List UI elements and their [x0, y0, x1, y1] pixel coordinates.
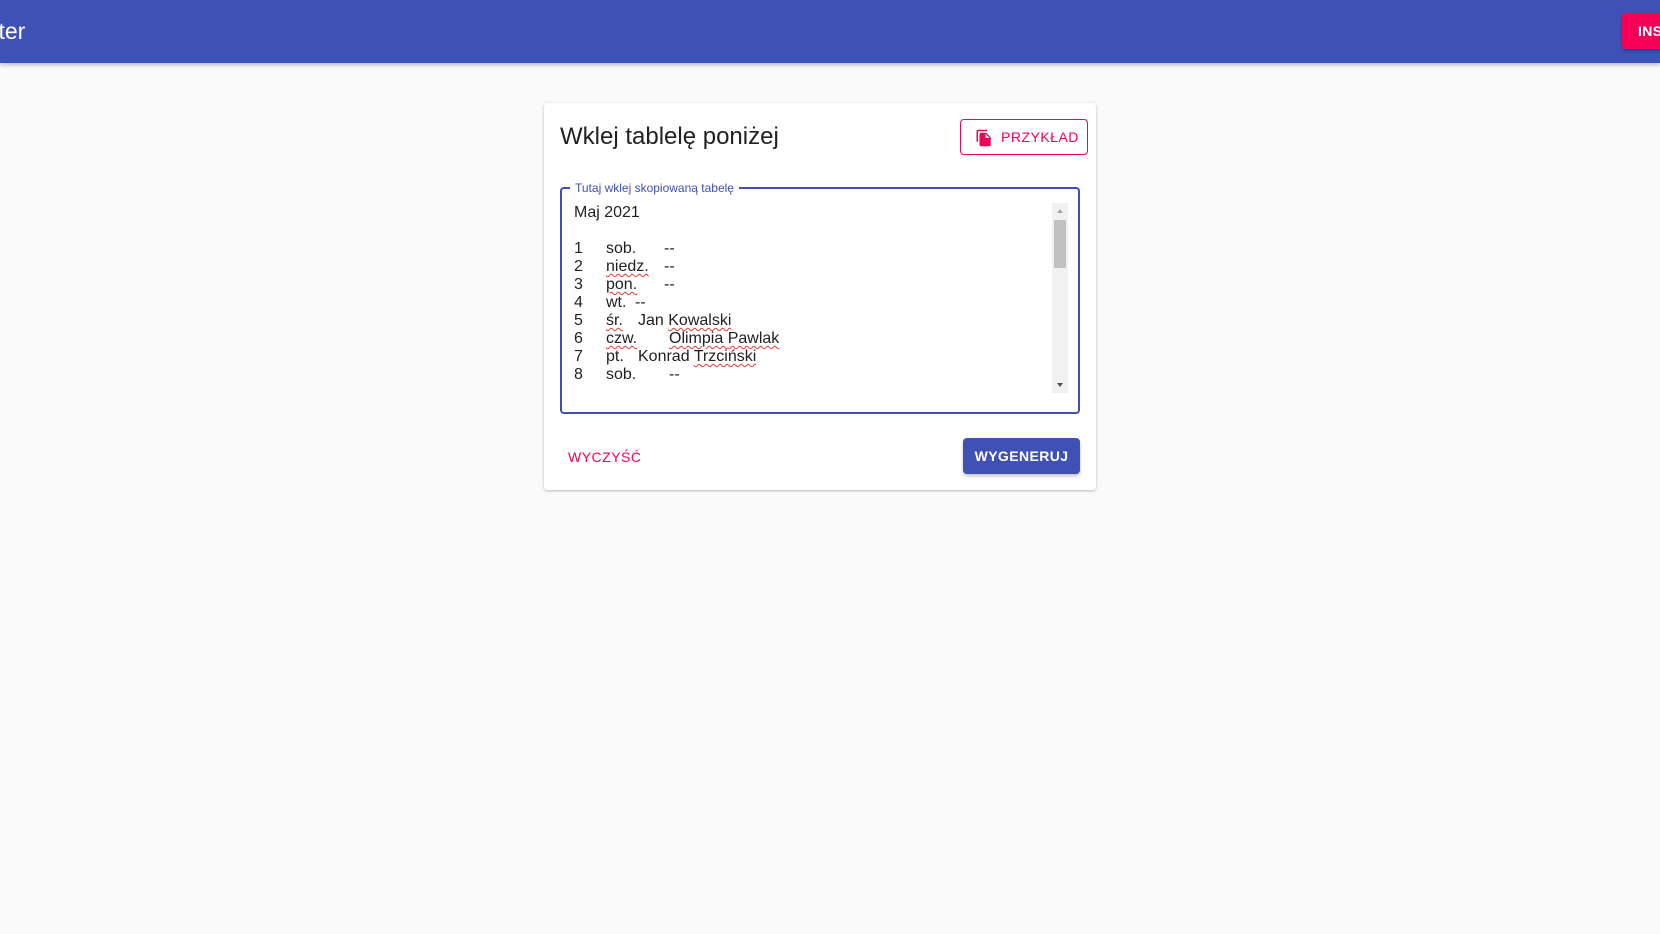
textarea-header-line: Maj 2021 — [574, 203, 640, 222]
row-number: 1 — [574, 240, 583, 257]
paste-card: Wklej tablelę poniżej PRZYKŁAD Tutaj wkl… — [544, 103, 1096, 490]
row-number: 7 — [574, 348, 583, 365]
row-number: 2 — [574, 258, 583, 275]
card-title: Wklej tablelę poniżej — [560, 123, 779, 150]
row-person: Konrad Trzciński — [638, 348, 757, 365]
row-day: sob. — [606, 366, 637, 383]
row-day: pt. — [606, 348, 624, 365]
table-textarea-field: Tutaj wklej skopiowaną tabelę Maj 2021 1… — [560, 180, 1080, 414]
month-header: Maj 2021 — [574, 204, 640, 221]
example-button[interactable]: PRZYKŁAD — [960, 119, 1088, 155]
textarea-scrollbar[interactable] — [1052, 203, 1068, 393]
row-day: sob. — [606, 240, 637, 257]
row-number: 6 — [574, 330, 583, 347]
row-person: -- — [664, 240, 675, 257]
scroll-thumb[interactable] — [1054, 220, 1066, 268]
row-person: -- — [669, 366, 680, 383]
scroll-up-arrow-icon[interactable] — [1052, 203, 1068, 219]
example-button-label: PRZYKŁAD — [1001, 129, 1079, 145]
row-person: Olimpia Pawlak — [669, 330, 780, 347]
row-day: czw. — [606, 330, 638, 347]
app-title-text: orter — [0, 18, 26, 44]
clear-button[interactable]: WYCZYŚĆ — [560, 439, 650, 475]
row-person: -- — [664, 258, 675, 275]
row-day: pon. — [606, 276, 638, 293]
row-day: wt. — [606, 294, 627, 311]
row-person: -- — [635, 294, 646, 311]
scroll-down-arrow-icon[interactable] — [1052, 377, 1068, 393]
copy-icon — [976, 129, 991, 147]
row-person-text: Jan Kowalski — [638, 312, 732, 329]
row-number: 4 — [574, 294, 583, 311]
row-day: niedz. — [606, 258, 649, 275]
row-number: 5 — [574, 312, 583, 329]
row-person: Jan Kowalski — [638, 311, 731, 330]
row-person: -- — [664, 276, 675, 293]
table-textarea[interactable]: Maj 2021 1 sob. -- 2 niedz. -- 3 pon. --… — [574, 203, 1044, 401]
row-day: śr. — [606, 312, 623, 329]
app-bar: orter INS — [0, 0, 1660, 63]
install-button[interactable]: INS — [1622, 13, 1660, 49]
generate-button[interactable]: WYGENERUJ — [963, 438, 1080, 474]
row-number: 3 — [574, 276, 583, 293]
row-number: 8 — [574, 366, 583, 383]
textarea-label: Tutaj wklej skopiowaną tabelę — [570, 180, 739, 196]
